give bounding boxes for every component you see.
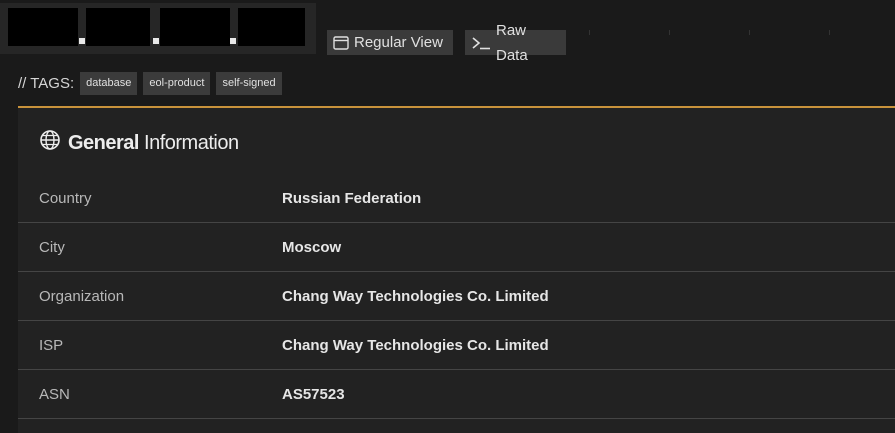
screenshot-thumbnail[interactable]	[160, 8, 230, 46]
raw-data-button[interactable]: Raw Data	[465, 22, 566, 64]
tag-database[interactable]: database	[80, 71, 138, 95]
screenshot-thumbnail[interactable]	[238, 8, 305, 46]
info-value: Moscow	[282, 239, 342, 256]
divider-tick	[589, 30, 590, 35]
info-value: Chang Way Technologies Co. Limited	[282, 337, 549, 354]
thumbnail-marker	[79, 38, 85, 44]
info-value: Chang Way Technologies Co. Limited	[282, 288, 549, 305]
terminal-prompt-icon	[471, 36, 491, 50]
panel-title-rest: Information	[138, 131, 239, 154]
regular-view-button[interactable]: Regular View	[327, 30, 453, 55]
divider-tick	[829, 30, 830, 35]
tags-label: // TAGS:	[18, 74, 75, 92]
screenshot-thumbnail[interactable]	[86, 8, 150, 46]
general-information-panel: General Information Country Russian Fede…	[18, 106, 895, 433]
tags-row: // TAGS: database eol-product self-signe…	[18, 71, 282, 95]
info-label: Organization	[39, 288, 125, 305]
info-label: City	[39, 239, 65, 256]
page: Regular View Raw Data // TAGS: database …	[0, 0, 895, 433]
info-row-asn[interactable]: ASN AS57523	[18, 370, 895, 419]
info-value: Russian Federation	[282, 190, 422, 207]
divider-tick	[749, 30, 750, 35]
tag-self-signed[interactable]: self-signed	[216, 71, 282, 95]
raw-data-label: Raw Data	[496, 21, 528, 64]
browser-window-icon	[333, 35, 349, 50]
regular-view-label: Regular View	[354, 34, 443, 51]
panel-title: General Information	[39, 128, 239, 158]
thumbnail-marker	[153, 38, 159, 44]
screenshot-tab-strip	[0, 3, 316, 54]
globe-icon	[39, 129, 61, 157]
info-label: ASN	[39, 386, 70, 403]
info-row-isp: ISP Chang Way Technologies Co. Limited	[18, 321, 895, 370]
divider-tick	[669, 30, 670, 35]
panel-title-bold: General	[68, 131, 139, 154]
info-label: ISP	[39, 337, 64, 354]
info-label: Country	[39, 190, 92, 207]
asn-link[interactable]: AS57523	[282, 386, 345, 403]
info-row-organization: Organization Chang Way Technologies Co. …	[18, 272, 895, 321]
screenshot-thumbnail[interactable]	[8, 8, 78, 46]
info-row-country: Country Russian Federation	[18, 174, 895, 223]
thumbnail-marker	[230, 38, 236, 44]
tag-eol-product[interactable]: eol-product	[143, 71, 211, 95]
info-row-city: City Moscow	[18, 223, 895, 272]
